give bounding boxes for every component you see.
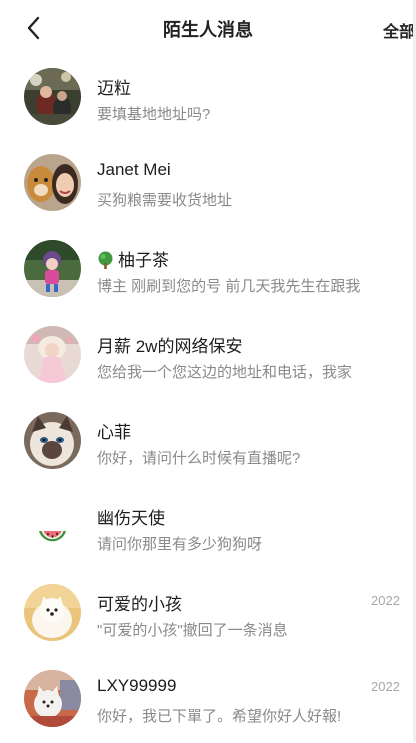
message-preview: 请问你那里有多少狗狗呀 bbox=[97, 536, 263, 553]
message-preview: 买狗粮需要收货地址 bbox=[97, 192, 233, 209]
contact-name: 可爱的小孩 bbox=[97, 595, 182, 614]
contact-name: LXY99999 bbox=[97, 676, 177, 695]
avatar bbox=[24, 412, 81, 469]
all-button[interactable]: 全部 bbox=[383, 18, 415, 42]
timestamp: 2022 bbox=[371, 593, 400, 608]
contact-name: 心菲 bbox=[97, 423, 131, 442]
message-preview: 您给我一个您这边的地址和电话，我家 bbox=[97, 364, 353, 381]
avatar bbox=[24, 154, 81, 211]
message-preview: 要填基地地址吗? bbox=[97, 106, 211, 123]
contact-name-text: 柚子茶 bbox=[118, 251, 169, 270]
tree-emoji bbox=[98, 251, 113, 269]
message-preview: 你好，请问什么时候有直播呢? bbox=[97, 450, 301, 467]
page-title: 陌生人消息 bbox=[163, 20, 253, 40]
contact-name: 月薪 2w的网络保安 bbox=[97, 337, 243, 356]
avatar bbox=[24, 240, 81, 297]
conversation-item-1[interactable]: Janet Mei 买狗粮需要收货地址 bbox=[0, 141, 416, 227]
conversation-item-0[interactable]: 迈粒 要填基地地址吗? bbox=[0, 55, 416, 141]
conversation-item-4[interactable]: 心菲 你好，请问什么时候有直播呢? bbox=[0, 399, 416, 485]
avatar bbox=[24, 584, 81, 641]
message-preview: 你好，我已下單了。希望你好人好報! bbox=[97, 708, 342, 725]
timestamp: 2022 bbox=[371, 679, 400, 694]
message-preview: "可爱的小孩"撤回了一条消息 bbox=[97, 622, 288, 639]
avatar bbox=[24, 498, 81, 555]
conversation-list: 迈粒 要填基地地址吗? Janet Mei 买狗粮需要收货地址 柚子茶 博主 刚… bbox=[0, 55, 416, 743]
watermelon-slice bbox=[24, 498, 81, 555]
conversation-item-2[interactable]: 柚子茶 博主 刚刷到您的号 前几天我先生在跟我 bbox=[0, 227, 416, 313]
avatar bbox=[24, 68, 81, 125]
message-preview: 博主 刚刷到您的号 前几天我先生在跟我 bbox=[97, 278, 361, 295]
contact-name: 迈粒 bbox=[97, 79, 131, 98]
contact-name: 幽伤天使 bbox=[97, 509, 165, 528]
conversation-item-6[interactable]: 可爱的小孩 "可爱的小孩"撤回了一条消息 2022 bbox=[0, 571, 416, 657]
avatar bbox=[24, 326, 81, 383]
avatar bbox=[24, 670, 81, 727]
top-bar: 陌生人消息 全部 bbox=[0, 0, 416, 58]
conversation-item-5[interactable]: 幽伤天使 请问你那里有多少狗狗呀 bbox=[0, 485, 416, 571]
contact-name: Janet Mei bbox=[97, 160, 171, 179]
conversation-item-7[interactable]: LXY99999 你好，我已下單了。希望你好人好報! 2022 bbox=[0, 657, 416, 743]
conversation-item-3[interactable]: 月薪 2w的网络保安 您给我一个您这边的地址和电话，我家 bbox=[0, 313, 416, 399]
contact-name: 柚子茶 bbox=[97, 246, 169, 271]
